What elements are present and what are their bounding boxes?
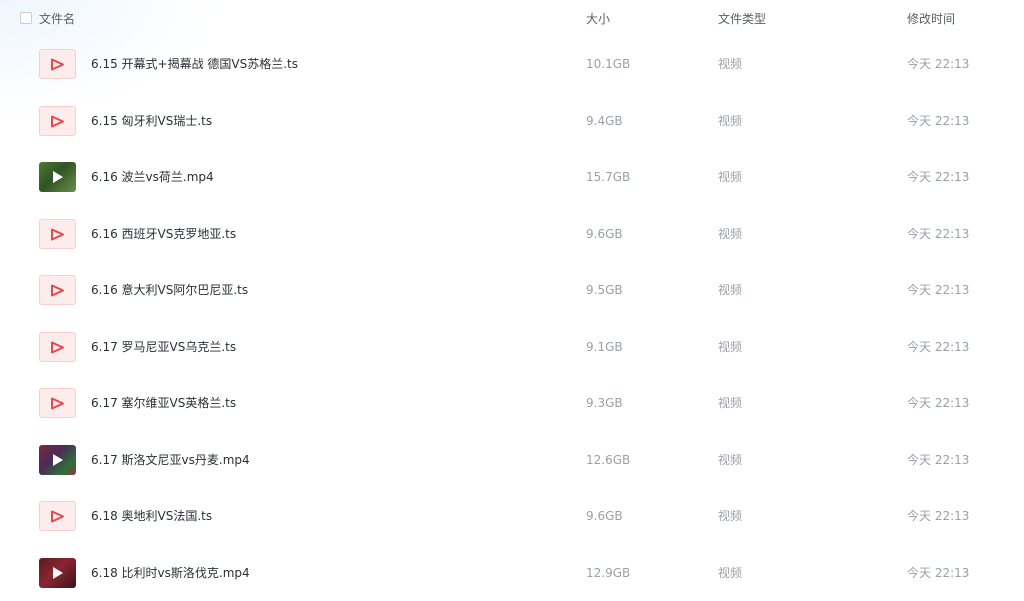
file-name[interactable]: 6.15 匈牙利VS瑞士.ts	[91, 114, 212, 129]
file-size: 9.6GB	[586, 226, 623, 241]
video-file-icon	[39, 331, 76, 362]
file-size: 9.3GB	[586, 396, 623, 410]
file-size: 9.5GB	[586, 283, 623, 297]
file-type: 视频	[718, 509, 743, 523]
file-size: 9.6GB	[586, 509, 623, 523]
video-thumbnail	[39, 557, 76, 588]
file-size: 9.1GB	[586, 339, 623, 354]
select-all-checkbox[interactable]	[20, 12, 32, 24]
file-list: 6.15 开幕式+揭幕战 德国VS苏格兰.ts 10.1GB 视频 今天 22:…	[0, 36, 1024, 601]
file-modified: 今天 22:13	[907, 170, 970, 184]
column-header-type[interactable]: 文件类型	[718, 11, 766, 27]
file-row[interactable]: 6.17 塞尔维亚VS英格兰.ts 9.3GB 视频 今天 22:13	[0, 375, 1024, 432]
file-row[interactable]: 6.15 开幕式+揭幕战 德国VS苏格兰.ts 10.1GB 视频 今天 22:…	[0, 36, 1024, 93]
file-type: 视频	[718, 565, 743, 580]
file-type: 视频	[718, 452, 743, 467]
file-modified: 今天 22:13	[907, 113, 970, 128]
file-name[interactable]: 6.17 塞尔维亚VS英格兰.ts	[91, 396, 236, 411]
file-name[interactable]: 6.16 意大利VS阿尔巴尼亚.ts	[91, 283, 248, 298]
file-modified: 今天 22:13	[907, 226, 970, 241]
file-list-header: 文件名 大小 文件类型 修改时间	[0, 0, 1024, 38]
file-name[interactable]: 6.16 西班牙VS克罗地亚.ts	[91, 227, 236, 242]
file-type: 视频	[718, 339, 743, 354]
file-row[interactable]: 6.17 斯洛文尼亚vs丹麦.mp4 12.6GB 视频 今天 22:13	[0, 432, 1024, 489]
file-row[interactable]: 6.16 西班牙VS克罗地亚.ts 9.6GB 视频 今天 22:13	[0, 206, 1024, 263]
file-name[interactable]: 6.18 奥地利VS法国.ts	[91, 509, 212, 524]
column-header-size[interactable]: 大小	[586, 11, 610, 27]
file-modified: 今天 22:13	[907, 283, 970, 297]
video-thumbnail	[39, 444, 76, 475]
file-size: 10.1GB	[586, 57, 631, 71]
file-row[interactable]: 6.18 奥地利VS法国.ts 9.6GB 视频 今天 22:13	[0, 488, 1024, 545]
file-type: 视频	[718, 226, 743, 241]
file-type: 视频	[718, 396, 743, 410]
file-row[interactable]: 6.15 匈牙利VS瑞士.ts 9.4GB 视频 今天 22:13	[0, 93, 1024, 150]
video-file-icon	[39, 501, 76, 531]
file-name[interactable]: 6.16 波兰vs荷兰.mp4	[91, 170, 214, 185]
file-modified: 今天 22:13	[907, 57, 970, 71]
file-type: 视频	[718, 113, 743, 128]
file-modified: 今天 22:13	[907, 339, 970, 354]
file-name[interactable]: 6.17 罗马尼亚VS乌克兰.ts	[91, 340, 236, 355]
file-size: 12.9GB	[586, 565, 631, 580]
file-size: 15.7GB	[586, 170, 631, 184]
file-modified: 今天 22:13	[907, 396, 970, 410]
video-file-icon	[39, 388, 76, 418]
file-modified: 今天 22:13	[907, 565, 970, 580]
file-modified: 今天 22:13	[907, 509, 970, 523]
file-modified: 今天 22:13	[907, 452, 970, 467]
file-size: 12.6GB	[586, 452, 631, 467]
video-file-icon	[39, 49, 76, 79]
file-row[interactable]: 6.16 波兰vs荷兰.mp4 15.7GB 视频 今天 22:13	[0, 149, 1024, 206]
column-header-name[interactable]: 文件名	[39, 11, 75, 27]
video-thumbnail	[39, 162, 76, 192]
file-row[interactable]: 6.17 罗马尼亚VS乌克兰.ts 9.1GB 视频 今天 22:13	[0, 319, 1024, 376]
column-header-modified[interactable]: 修改时间	[907, 11, 955, 27]
file-list-page: 文件名 大小 文件类型 修改时间 6.15 开幕式+揭幕战 德国VS苏格兰.ts…	[0, 0, 1024, 601]
file-name[interactable]: 6.17 斯洛文尼亚vs丹麦.mp4	[91, 453, 250, 468]
file-row[interactable]: 6.18 比利时vs斯洛伐克.mp4 12.9GB 视频 今天 22:13	[0, 545, 1024, 601]
video-file-icon	[39, 275, 76, 305]
file-row[interactable]: 6.16 意大利VS阿尔巴尼亚.ts 9.5GB 视频 今天 22:13	[0, 262, 1024, 319]
video-file-icon	[39, 105, 76, 136]
file-size: 9.4GB	[586, 113, 623, 128]
file-type: 视频	[718, 57, 743, 71]
file-type: 视频	[718, 283, 743, 297]
file-type: 视频	[718, 170, 743, 184]
file-name[interactable]: 6.18 比利时vs斯洛伐克.mp4	[91, 566, 250, 581]
video-file-icon	[39, 218, 76, 249]
file-name[interactable]: 6.15 开幕式+揭幕战 德国VS苏格兰.ts	[91, 57, 298, 72]
